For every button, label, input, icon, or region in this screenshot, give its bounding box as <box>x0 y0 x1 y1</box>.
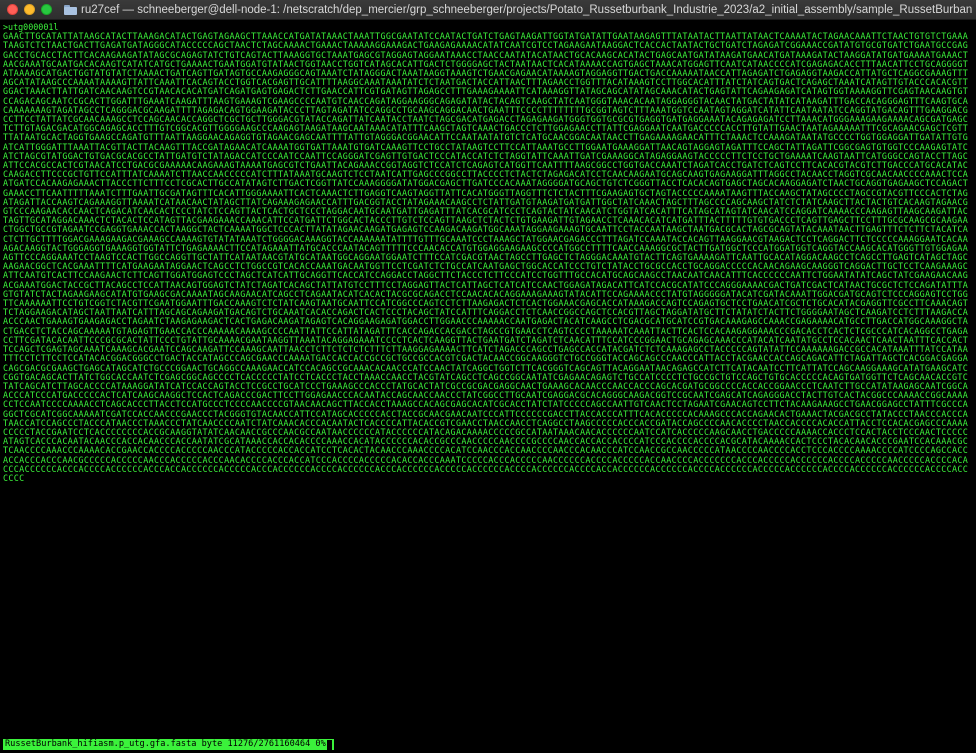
title-bar[interactable]: ru27cef — schneeberger@dell-node-1: /net… <box>0 0 976 20</box>
window-controls <box>7 4 52 16</box>
close-window-button[interactable] <box>7 4 18 15</box>
terminal-output[interactable]: >utg000001l GAACTTGCATATTATAAGCATACTTAAA… <box>3 23 973 737</box>
window-title-area: ru27cef — schneeberger@dell-node-1: /net… <box>64 0 972 19</box>
folder-icon <box>64 5 77 15</box>
window-title: ru27cef — schneeberger@dell-node-1: /net… <box>81 4 972 16</box>
minimize-window-button[interactable] <box>24 4 35 15</box>
pager-status-text: RussetBurbank_hifiasm.p_utg.gfa.fasta by… <box>5 739 326 749</box>
terminal-window: ru27cef — schneeberger@dell-node-1: /net… <box>0 0 976 753</box>
pager-status-line: RussetBurbank_hifiasm.p_utg.gfa.fasta by… <box>3 739 334 750</box>
text-cursor <box>326 739 332 750</box>
zoom-window-button[interactable] <box>41 4 52 15</box>
sequence-text: GAACTTGCATATTATAAGCATACTTAAAGACATACTGAGT… <box>3 31 969 483</box>
